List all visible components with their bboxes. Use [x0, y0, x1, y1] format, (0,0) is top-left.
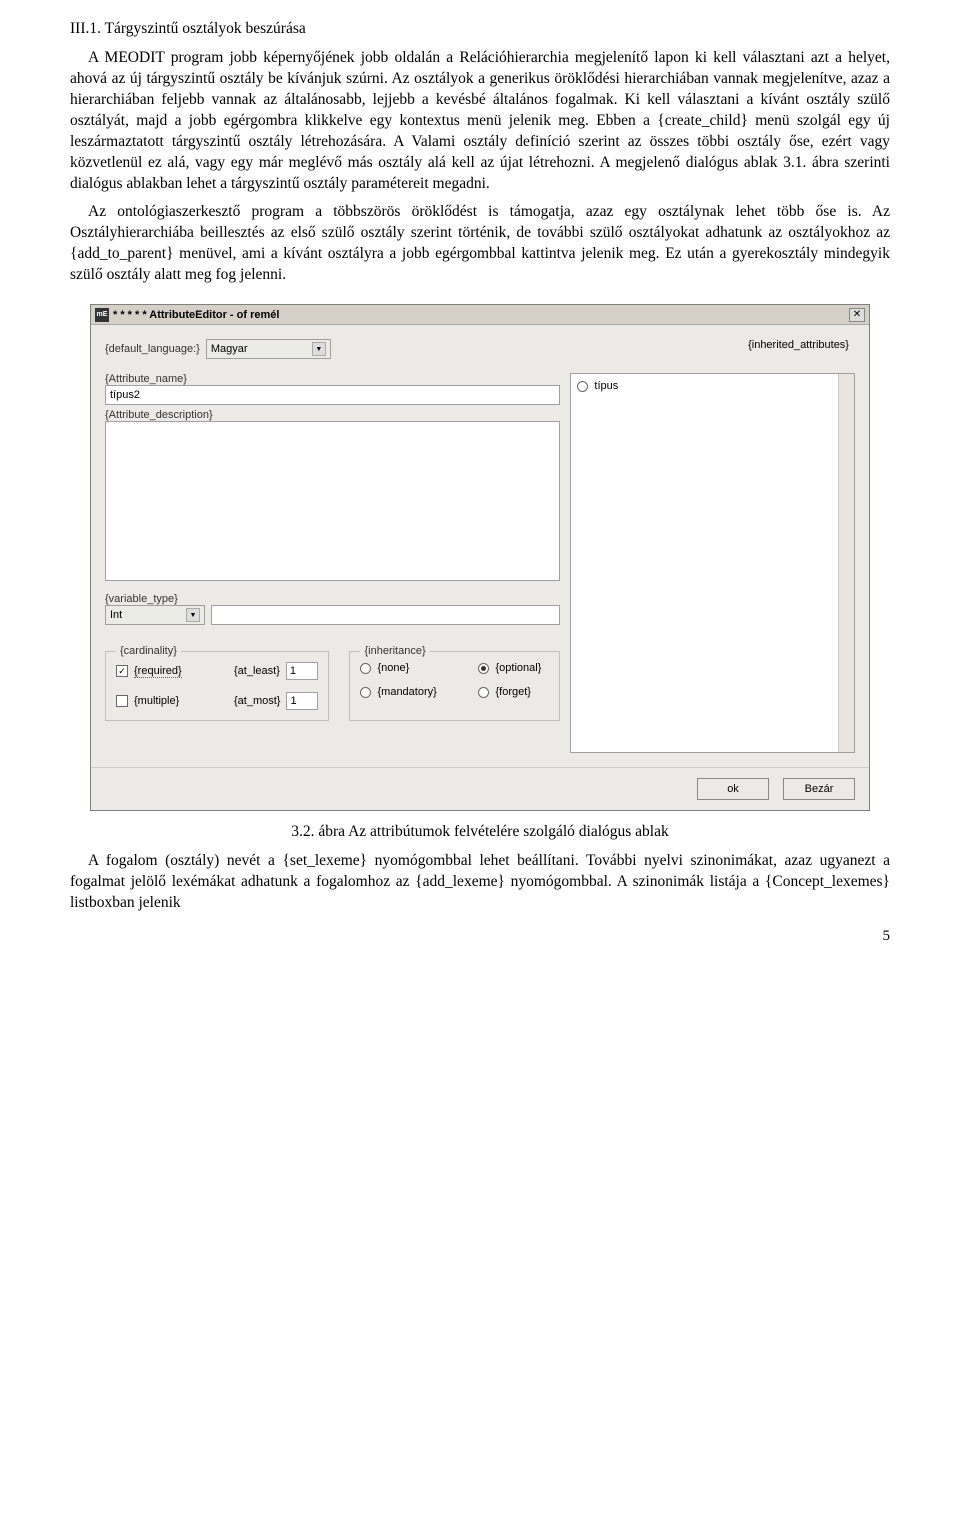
list-item-label: típus: [594, 380, 618, 392]
mandatory-label: {mandatory}: [377, 686, 436, 698]
section-heading: III.1. Tárgyszintű osztályok beszúrása: [70, 20, 890, 38]
variable-type-extra-input[interactable]: [211, 605, 560, 625]
variable-type-value: Int: [110, 609, 122, 621]
none-label: {none}: [377, 662, 409, 674]
title-bar[interactable]: mE * * * * * AttributeEditor - of remél …: [91, 305, 869, 325]
mandatory-radio[interactable]: [360, 687, 371, 698]
optional-label: {optional}: [495, 662, 541, 674]
paragraph-2: Az ontológiaszerkesztő program a többszö…: [70, 202, 890, 286]
at-least-input[interactable]: [286, 662, 318, 680]
figure-caption: 3.2. ábra Az attribútumok felvételére sz…: [70, 823, 890, 841]
window-title: * * * * * AttributeEditor - of remél: [113, 309, 279, 321]
at-least-label: {at_least}: [234, 665, 280, 677]
inheritance-fieldset: {inheritance} {none} {optional}: [349, 651, 560, 721]
default-language-value: Magyar: [211, 343, 248, 355]
default-language-combo[interactable]: Magyar ▼: [206, 339, 331, 359]
multiple-label: {multiple}: [134, 695, 179, 707]
inherited-attributes-list[interactable]: típus: [570, 373, 855, 753]
close-button[interactable]: Bezár: [783, 778, 855, 800]
radio-icon: [577, 381, 588, 392]
optional-radio[interactable]: [478, 663, 489, 674]
required-checkbox[interactable]: ✓: [116, 665, 128, 677]
required-label: {required}: [134, 665, 182, 678]
forget-radio[interactable]: [478, 687, 489, 698]
at-most-input[interactable]: [286, 692, 318, 710]
list-item[interactable]: típus: [577, 378, 848, 394]
attribute-name-input[interactable]: [105, 385, 560, 405]
ok-button[interactable]: ok: [697, 778, 769, 800]
chevron-down-icon: ▼: [186, 608, 200, 622]
paragraph-3: A fogalom (osztály) nevét a {set_lexeme}…: [70, 851, 890, 914]
paragraph-1: A MEODIT program jobb képernyőjének jobb…: [70, 48, 890, 194]
default-language-label: {default_language:}: [105, 343, 200, 355]
cardinality-fieldset: {cardinality} ✓ {required} {at_least}: [105, 651, 329, 721]
app-icon: mE: [95, 308, 109, 322]
attribute-description-label: {Attribute_description}: [105, 409, 213, 421]
none-radio[interactable]: [360, 663, 371, 674]
at-most-label: {at_most}: [234, 695, 280, 707]
page-number: 5: [70, 928, 890, 945]
close-icon[interactable]: ✕: [849, 308, 865, 322]
chevron-down-icon: ▼: [312, 342, 326, 356]
attribute-description-input[interactable]: [105, 421, 560, 581]
variable-type-label: {variable_type}: [105, 593, 178, 605]
multiple-checkbox[interactable]: [116, 695, 128, 707]
variable-type-combo[interactable]: Int ▼: [105, 605, 205, 625]
forget-label: {forget}: [495, 686, 530, 698]
attribute-editor-dialog: mE * * * * * AttributeEditor - of remél …: [90, 304, 870, 811]
attribute-name-label: {Attribute_name}: [105, 373, 187, 385]
inherited-attributes-label: {inherited_attributes}: [570, 339, 855, 351]
cardinality-legend: {cardinality}: [116, 645, 181, 657]
inheritance-legend: {inheritance}: [360, 645, 429, 657]
